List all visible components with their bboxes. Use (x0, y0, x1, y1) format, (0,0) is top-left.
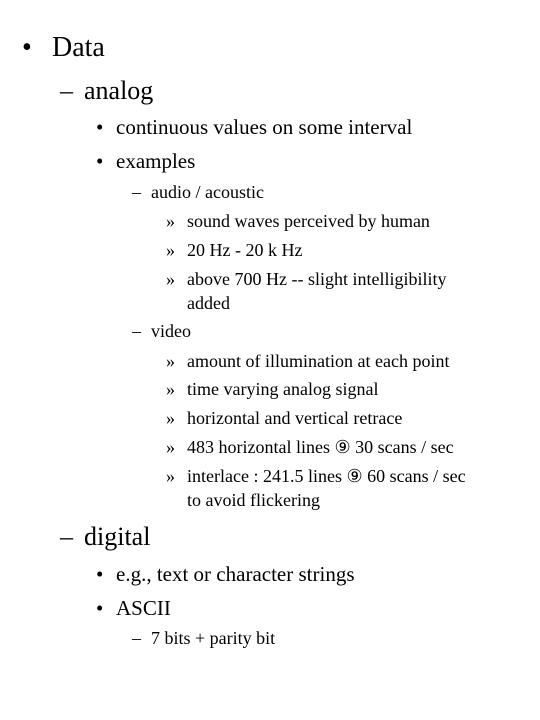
list-item: 7 bits + parity bit (151, 628, 276, 648)
list-item: amount of illumination at each point (187, 351, 450, 371)
bullet-icon: • (96, 562, 104, 586)
raquo-icon: » (166, 408, 175, 428)
list-item: ASCII (116, 596, 171, 620)
dash-icon: – (132, 321, 141, 341)
raquo-icon: » (166, 269, 175, 289)
raquo-icon: » (166, 240, 175, 260)
list-item: above 700 Hz -- slight intelligibility (187, 269, 447, 289)
list-item-continuation: to avoid flickering (187, 490, 320, 510)
list-item: continuous values on some interval (116, 115, 413, 139)
raquo-icon: » (166, 437, 175, 457)
list-item: 20 Hz - 20 k Hz (187, 240, 303, 260)
list-item: horizontal and vertical retrace (187, 408, 403, 428)
dash-icon: – (132, 182, 141, 202)
raquo-icon: » (166, 379, 175, 399)
subheading-video: video (151, 321, 191, 341)
bullet-icon: • (96, 149, 104, 173)
dash-icon: – (132, 628, 141, 648)
list-item-continuation: added (187, 293, 230, 313)
list-item: sound waves perceived by human (187, 211, 430, 231)
bullet-icon: • (96, 596, 104, 620)
list-item: interlace : 241.5 lines ⑨ 60 scans / sec (187, 466, 466, 486)
heading-data: Data (52, 32, 105, 63)
list-item: e.g., text or character strings (116, 562, 355, 586)
subheading-audio: audio / acoustic (151, 182, 264, 202)
heading-analog: analog (84, 76, 154, 105)
dash-icon: – (60, 522, 73, 551)
raquo-icon: » (166, 211, 175, 231)
dash-icon: – (60, 76, 73, 105)
raquo-icon: » (166, 351, 175, 371)
bullet-icon: • (22, 32, 32, 63)
bullet-icon: • (96, 115, 104, 139)
list-item: 483 horizontal lines ⑨ 30 scans / sec (187, 437, 454, 457)
list-item: time varying analog signal (187, 379, 379, 399)
heading-digital: digital (84, 522, 151, 551)
list-item: examples (116, 149, 196, 173)
raquo-icon: » (166, 466, 175, 486)
